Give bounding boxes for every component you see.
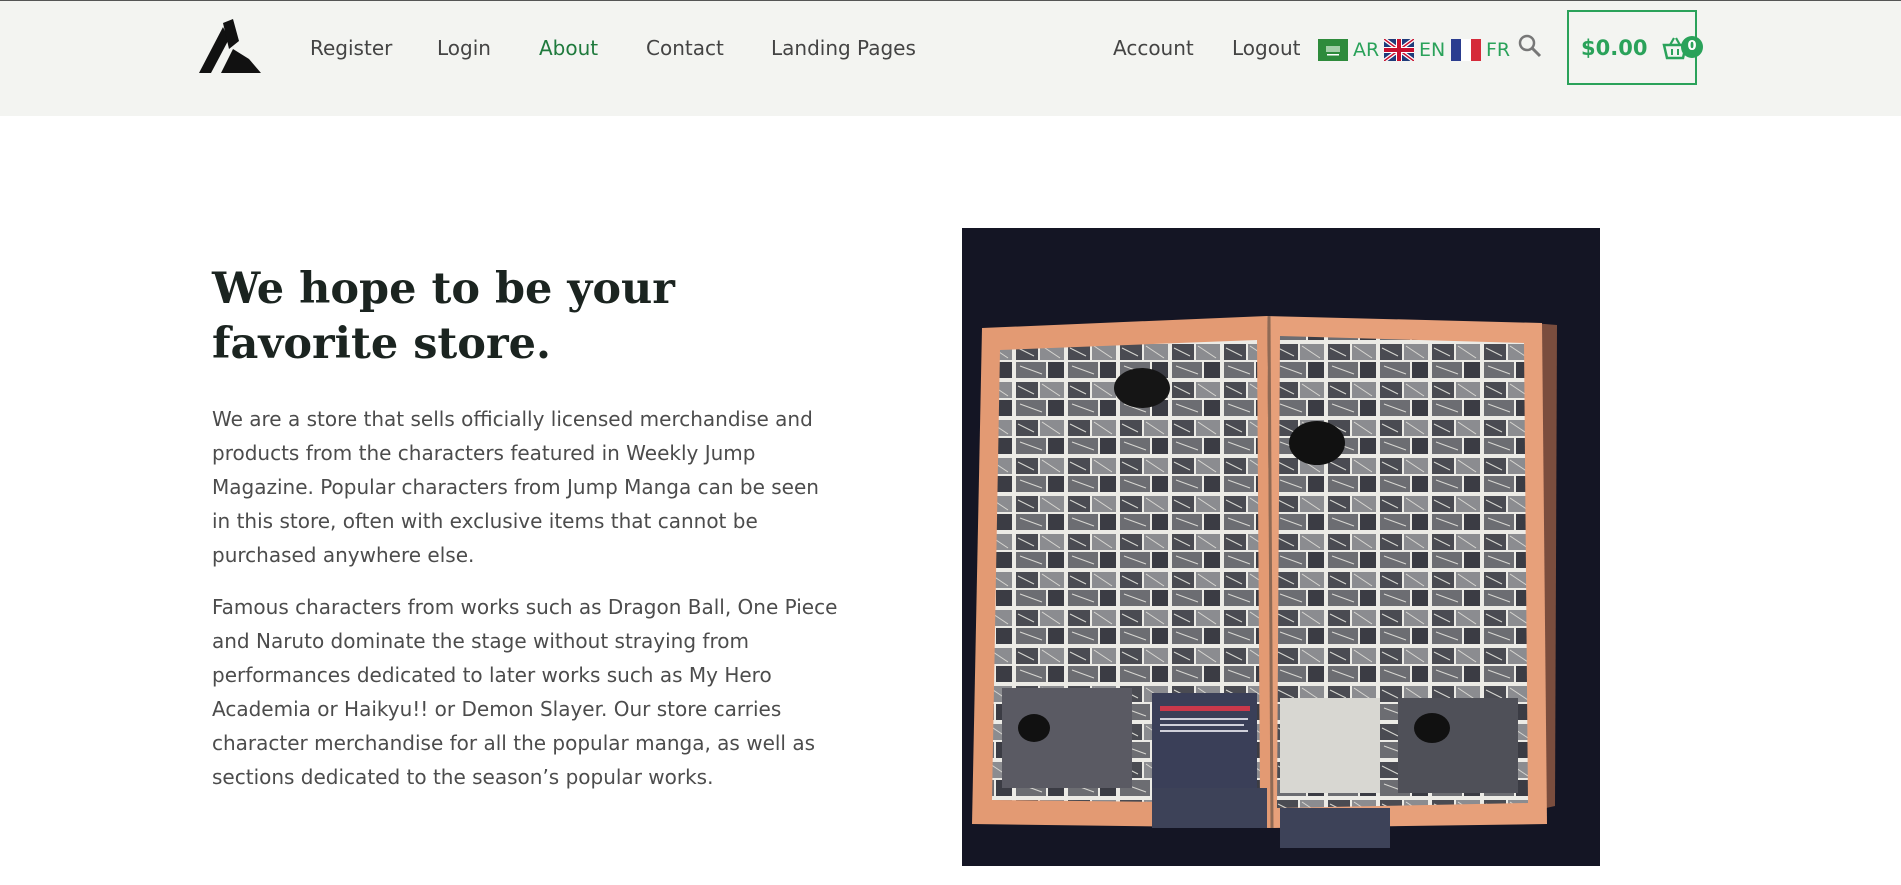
nav-contact[interactable]: Contact xyxy=(646,36,724,60)
cart-button[interactable]: $0.00 0 xyxy=(1567,10,1703,85)
cart-total: $0.00 xyxy=(1581,36,1648,60)
language-en[interactable]: EN xyxy=(1384,39,1445,61)
nav-account[interactable]: Account xyxy=(1113,36,1194,60)
language-fr-label: FR xyxy=(1486,39,1511,61)
nav-logout[interactable]: Logout xyxy=(1232,36,1300,60)
about-paragraph-1: We are a store that sells officially lic… xyxy=(212,407,819,567)
open-manga-illustration xyxy=(962,228,1600,866)
language-fr[interactable]: FR xyxy=(1451,39,1510,61)
nav-landing-pages[interactable]: Landing Pages xyxy=(771,36,916,60)
uk-flag-icon xyxy=(1384,39,1414,61)
search-icon[interactable] xyxy=(1517,33,1543,59)
nav-login[interactable]: Login xyxy=(437,36,491,60)
manga-book-photo xyxy=(962,228,1600,866)
france-flag-icon xyxy=(1451,39,1481,61)
cart-count-badge: 0 xyxy=(1681,36,1703,58)
saudi-flag-icon xyxy=(1318,39,1348,61)
nav-about[interactable]: About xyxy=(539,36,598,60)
nav-register[interactable]: Register xyxy=(310,36,392,60)
site-header: Register Login About Contact Landing Pag… xyxy=(0,0,1901,116)
page-headline: We hope to be your favorite store. xyxy=(212,264,675,369)
about-paragraph-2: Famous characters from works such as Dra… xyxy=(212,595,838,789)
language-ar[interactable]: AR xyxy=(1318,39,1379,61)
language-ar-label: AR xyxy=(1353,39,1380,61)
language-en-label: EN xyxy=(1419,39,1446,61)
brand-logo[interactable] xyxy=(199,19,261,73)
